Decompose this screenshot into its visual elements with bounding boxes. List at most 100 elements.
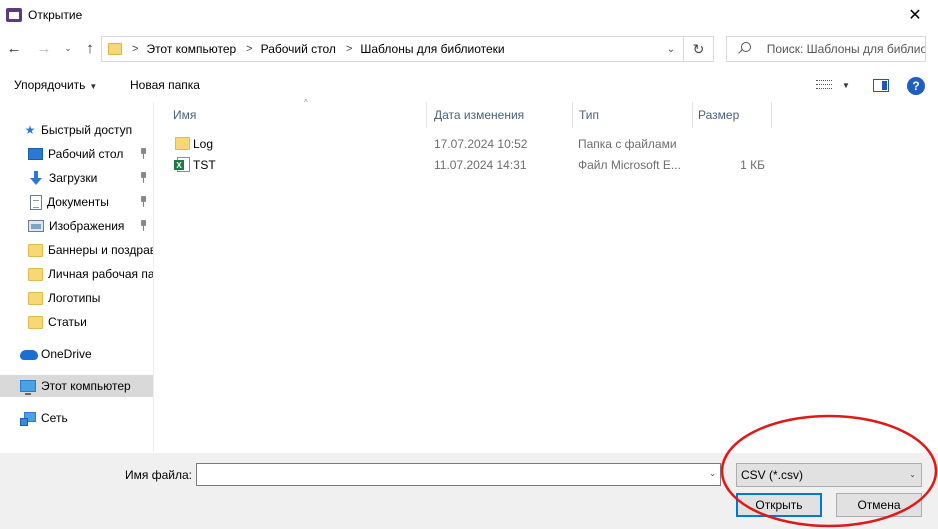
search-input[interactable]: Поиск: Шаблоны для библиотеки bbox=[726, 36, 926, 62]
sidebar-item-label: Этот компьютер bbox=[41, 379, 131, 393]
dialog-footer: Имя файла: ⌄ CSV (*.csv) ⌄ Открыть Отмен… bbox=[0, 453, 938, 529]
sidebar-item-logos[interactable]: Логотипы bbox=[0, 287, 153, 309]
column-header-label: Имя bbox=[173, 108, 197, 122]
filename-label: Имя файла: bbox=[125, 468, 192, 482]
download-icon bbox=[28, 171, 44, 185]
documents-icon bbox=[30, 194, 42, 210]
title-bar: Открытие ✕ bbox=[0, 0, 938, 30]
filename-input[interactable]: ⌄ bbox=[196, 463, 721, 486]
sidebar-item-label: Рабочий стол bbox=[48, 147, 124, 161]
onedrive-icon bbox=[20, 350, 38, 360]
sidebar-item-quick-access[interactable]: ★ Быстрый доступ bbox=[0, 119, 153, 141]
sidebar-item-downloads[interactable]: Загрузки bbox=[0, 167, 153, 189]
file-date: 17.07.2024 10:52 bbox=[434, 137, 528, 151]
desktop-icon bbox=[28, 148, 43, 160]
back-arrow-icon[interactable]: ← bbox=[4, 38, 24, 58]
star-icon: ★ bbox=[24, 123, 36, 137]
up-arrow-icon[interactable]: ↑ bbox=[80, 38, 100, 58]
sidebar-item-label: Сеть bbox=[41, 411, 68, 425]
recent-locations-chevron-icon[interactable]: ⌄ bbox=[58, 38, 78, 58]
navigation-bar: ← → ⌄ ↑ > Этот компьютер > Рабочий стол … bbox=[0, 32, 938, 66]
chevron-down-icon[interactable]: ⌄ bbox=[709, 469, 716, 478]
sidebar-item-desktop[interactable]: Рабочий стол bbox=[0, 143, 153, 165]
sidebar-item-banners[interactable]: Баннеры и поздрав bbox=[0, 239, 154, 261]
file-type: Файл Microsoft E... bbox=[578, 158, 681, 172]
address-bar[interactable]: > Этот компьютер > Рабочий стол > Шаблон… bbox=[101, 36, 714, 62]
folder-icon bbox=[28, 267, 43, 281]
sidebar-item-label: Быстрый доступ bbox=[41, 123, 133, 137]
pin-icon bbox=[138, 220, 148, 232]
column-header-size[interactable]: Размер bbox=[692, 102, 772, 128]
folder-icon bbox=[28, 315, 43, 329]
folder-icon bbox=[28, 243, 43, 257]
file-type: Папка с файлами bbox=[578, 137, 677, 151]
table-row[interactable]: TST 11.07.2024 14:31 Файл Microsoft E...… bbox=[167, 155, 787, 175]
file-name: Log bbox=[193, 137, 214, 151]
network-icon bbox=[20, 412, 36, 426]
sidebar-item-articles[interactable]: Статьи bbox=[0, 311, 153, 333]
search-placeholder: Поиск: Шаблоны для библиотеки bbox=[766, 42, 925, 56]
file-list: Имя ^ Дата изменения Тип Размер Log 17.0… bbox=[155, 98, 938, 452]
pin-icon bbox=[138, 172, 148, 184]
open-file-dialog: Открытие ✕ ← → ⌄ ↑ > Этот компьютер > Ра… bbox=[0, 0, 938, 529]
search-icon bbox=[737, 42, 751, 56]
preview-pane-icon[interactable] bbox=[873, 79, 889, 92]
command-toolbar: Упорядочить ▼ Новая папка ▼ ? bbox=[0, 68, 938, 102]
sidebar-item-label: Логотипы bbox=[48, 291, 101, 305]
file-type-filter-select[interactable]: CSV (*.csv) ⌄ bbox=[736, 463, 922, 487]
refresh-icon[interactable]: ↻ bbox=[683, 37, 713, 61]
column-header-type[interactable]: Тип bbox=[573, 102, 693, 128]
caret-down-icon: ▼ bbox=[842, 80, 850, 90]
new-folder-button[interactable]: Новая папка bbox=[130, 78, 200, 92]
sidebar-item-label: OneDrive bbox=[41, 347, 92, 361]
view-options-button[interactable]: ▼ bbox=[816, 77, 856, 93]
sidebar-item-onedrive[interactable]: OneDrive bbox=[0, 343, 153, 365]
sidebar-item-personal[interactable]: Личная рабочая па bbox=[0, 263, 154, 285]
sidebar-item-label: Документы bbox=[47, 195, 109, 209]
chevron-right-icon[interactable]: > bbox=[246, 43, 252, 55]
sidebar-item-pictures[interactable]: Изображения bbox=[0, 215, 153, 237]
organize-label: Упорядочить bbox=[14, 78, 86, 92]
open-button[interactable]: Открыть bbox=[736, 493, 822, 517]
file-type-filter-value: CSV (*.csv) bbox=[741, 468, 804, 482]
sidebar-item-label: Личная рабочая па bbox=[48, 267, 154, 281]
sidebar-item-label: Изображения bbox=[49, 219, 125, 233]
folder-icon bbox=[28, 291, 43, 305]
window-title: Открытие bbox=[28, 8, 83, 22]
folder-icon bbox=[175, 137, 190, 150]
file-date: 11.07.2024 14:31 bbox=[434, 158, 527, 172]
sidebar-item-network[interactable]: Сеть bbox=[0, 407, 153, 429]
close-button[interactable]: ✕ bbox=[892, 0, 938, 30]
breadcrumb-desktop[interactable]: Рабочий стол bbox=[261, 42, 336, 56]
sidebar-item-label: Статьи bbox=[48, 315, 87, 329]
pin-icon bbox=[138, 196, 148, 208]
app-icon bbox=[6, 8, 22, 22]
chevron-right-icon[interactable]: > bbox=[132, 43, 138, 55]
chevron-down-icon: ⌄ bbox=[909, 470, 916, 479]
folder-icon bbox=[108, 43, 122, 55]
sidebar-item-label: Загрузки bbox=[49, 171, 98, 185]
pictures-icon bbox=[28, 220, 44, 232]
file-size: 1 КБ bbox=[740, 158, 765, 172]
column-header-date[interactable]: Дата изменения bbox=[428, 102, 573, 128]
sidebar-item-label: Баннеры и поздрав bbox=[48, 243, 154, 257]
chevron-right-icon[interactable]: > bbox=[346, 43, 352, 55]
breadcrumb-this-pc[interactable]: Этот компьютер bbox=[146, 42, 236, 56]
table-row[interactable]: Log 17.07.2024 10:52 Папка с файлами bbox=[167, 134, 787, 154]
cancel-button[interactable]: Отмена bbox=[836, 493, 922, 517]
breadcrumb-templates[interactable]: Шаблоны для библиотеки bbox=[360, 42, 504, 56]
file-name: TST bbox=[193, 158, 216, 172]
chevron-down-icon[interactable]: ⌄ bbox=[663, 41, 679, 57]
organize-button[interactable]: Упорядочить ▼ bbox=[14, 78, 97, 92]
help-icon[interactable]: ? bbox=[907, 77, 925, 95]
details-view-icon bbox=[816, 79, 832, 91]
sidebar-item-this-pc[interactable]: Этот компьютер bbox=[0, 375, 153, 397]
sort-ascending-icon: ^ bbox=[304, 98, 308, 107]
navigation-pane: ★ Быстрый доступ Рабочий стол Загрузки Д… bbox=[0, 102, 154, 452]
computer-icon bbox=[20, 380, 36, 395]
forward-arrow-icon[interactable]: → bbox=[34, 38, 54, 58]
column-header-name[interactable]: Имя ^ bbox=[167, 98, 427, 128]
caret-down-icon: ▼ bbox=[89, 82, 98, 91]
excel-file-icon bbox=[174, 157, 190, 172]
sidebar-item-documents[interactable]: Документы bbox=[0, 191, 153, 213]
